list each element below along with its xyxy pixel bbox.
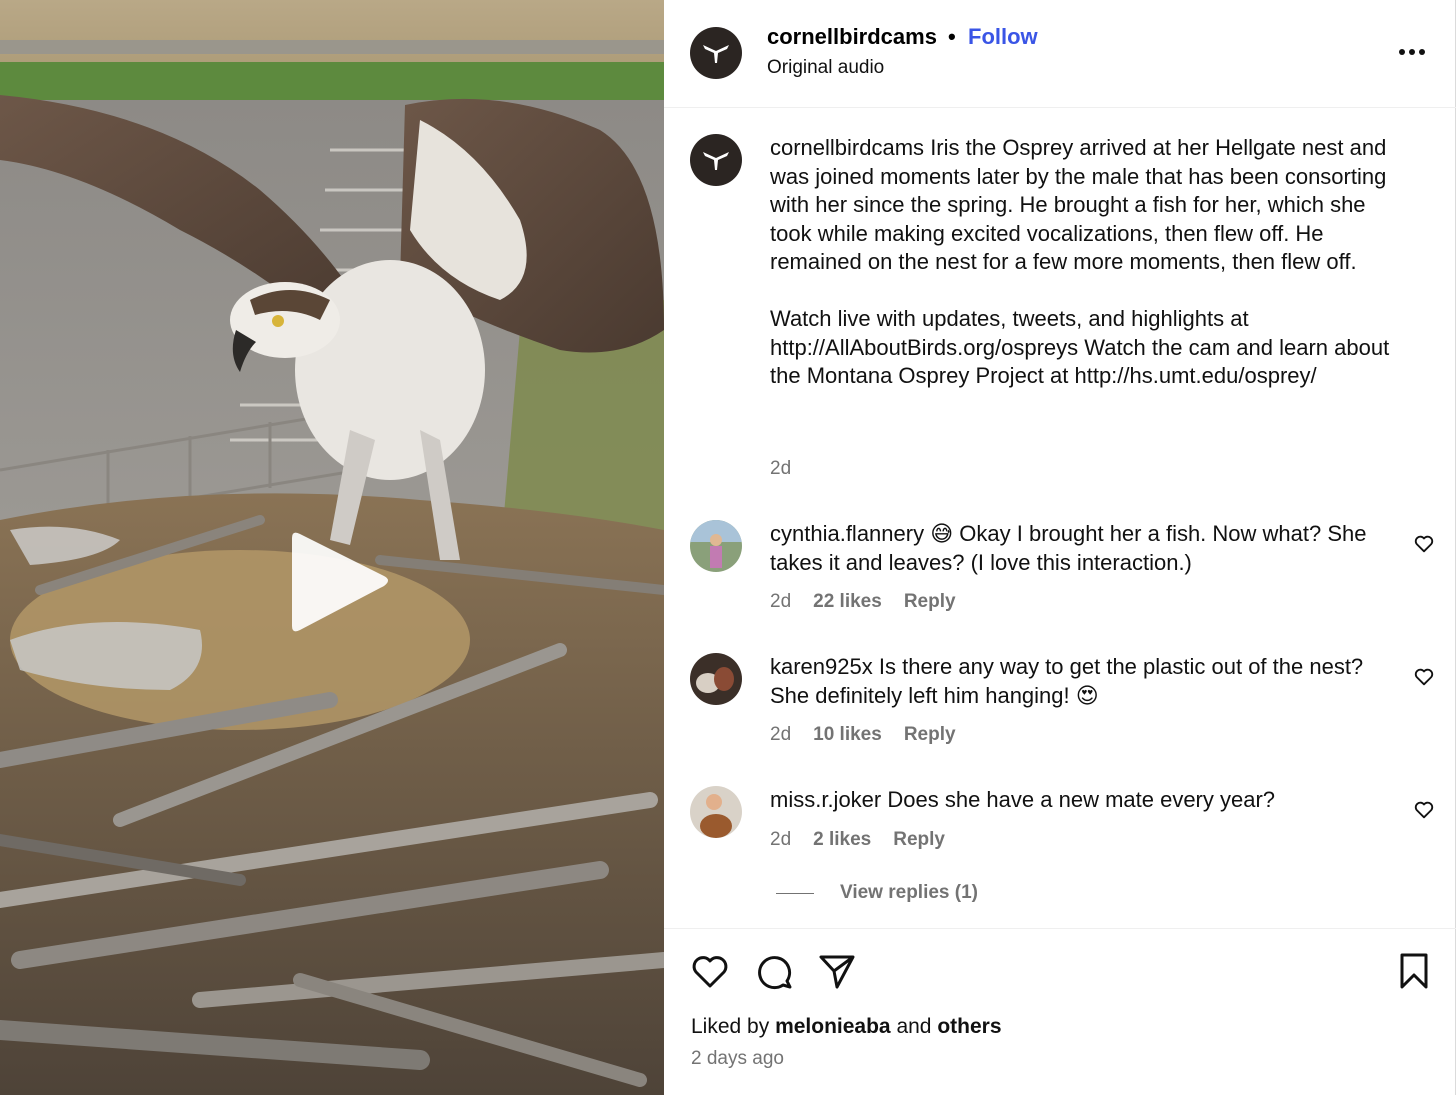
liked-others[interactable]: others <box>937 1015 1001 1038</box>
avatar <box>690 653 742 705</box>
comment-avatar-cynthia[interactable] <box>690 520 742 572</box>
share-button[interactable] <box>817 951 857 991</box>
comment-emoji: 😍 <box>1075 682 1099 708</box>
comment-button[interactable] <box>754 951 794 991</box>
instagram-post: cornellbirdcams • Follow Original audio … <box>0 0 1456 1095</box>
comment-like-button[interactable] <box>1413 666 1435 688</box>
cornell-bird-logo-icon <box>703 152 729 170</box>
caption-username[interactable]: cornellbirdcams <box>770 135 924 160</box>
post-caption: cornellbirdcams Iris the Osprey arrived … <box>770 134 1410 391</box>
heart-icon <box>1414 535 1434 553</box>
liked-user[interactable]: melonieaba <box>775 1015 891 1038</box>
comment-time[interactable]: 2d <box>770 724 791 746</box>
comment-username[interactable]: miss.r.joker <box>770 787 881 812</box>
comment-like-button[interactable] <box>1413 533 1435 555</box>
post-header: cornellbirdcams • Follow Original audio <box>664 0 1456 108</box>
view-replies-label: View replies (1) <box>840 882 978 903</box>
liked-prefix: Liked by <box>691 1015 770 1038</box>
comment-text: cynthia.flannery 😅 Okay I brought her a … <box>770 520 1390 577</box>
follow-button[interactable]: Follow <box>968 24 1038 50</box>
comment-likes[interactable]: 10 likes <box>813 724 882 746</box>
more-options-button[interactable] <box>1394 38 1434 62</box>
comment-emoji: 😅 <box>930 521 954 546</box>
liked-by: Liked by melonieaba and others <box>691 1015 1002 1039</box>
like-button[interactable] <box>690 951 730 991</box>
heart-icon <box>692 956 728 988</box>
liked-and: and <box>896 1015 932 1038</box>
comment-text: karen925x Is there any way to get the pl… <box>770 653 1390 710</box>
comment-like-button[interactable] <box>1413 799 1435 821</box>
caption-paragraph-2: Watch live with updates, tweets, and hig… <box>770 305 1390 389</box>
replies-divider <box>776 892 814 894</box>
caption-timestamp[interactable]: 2d <box>770 458 791 480</box>
post-timestamp[interactable]: 2 days ago <box>691 1048 784 1070</box>
more-horizontal-icon <box>1399 49 1425 55</box>
heart-icon <box>1414 801 1434 819</box>
comment-username[interactable]: cynthia.flannery <box>770 521 924 546</box>
comment-meta: 2d 22 likes Reply <box>770 591 978 613</box>
comment-time[interactable]: 2d <box>770 829 791 851</box>
audio-label[interactable]: Original audio <box>767 57 884 79</box>
author-avatar[interactable] <box>690 27 742 79</box>
avatar <box>690 786 742 838</box>
view-replies-button[interactable]: View replies (1) <box>776 882 978 904</box>
comment-likes[interactable]: 2 likes <box>813 829 871 851</box>
avatar <box>690 520 742 572</box>
post-details-panel: cornellbirdcams • Follow Original audio … <box>664 0 1456 1095</box>
author-username[interactable]: cornellbirdcams <box>767 24 937 50</box>
caption-author-avatar[interactable] <box>690 134 742 186</box>
comment-likes[interactable]: 22 likes <box>813 591 882 613</box>
comment-avatar-miss-r-joker[interactable] <box>690 786 742 838</box>
comment-time[interactable]: 2d <box>770 591 791 613</box>
reply-button[interactable]: Reply <box>893 829 945 851</box>
comment-username[interactable]: karen925x <box>770 654 873 679</box>
caption-paragraph-1: cornellbirdcams Iris the Osprey arrived … <box>770 134 1410 277</box>
comment-avatar-karen[interactable] <box>690 653 742 705</box>
reply-button[interactable]: Reply <box>904 591 956 613</box>
separator-dot: • <box>948 24 956 49</box>
play-icon <box>292 532 388 632</box>
comment-icon <box>758 956 792 990</box>
comment-meta: 2d 2 likes Reply <box>770 829 967 851</box>
comment-text: miss.r.joker Does she have a new mate ev… <box>770 786 1390 815</box>
video-player[interactable] <box>0 0 664 1095</box>
post-actions: Liked by melonieaba and others 2 days ag… <box>664 928 1456 1095</box>
bookmark-icon <box>1400 953 1428 989</box>
play-button[interactable] <box>286 528 396 638</box>
reply-button[interactable]: Reply <box>904 724 956 746</box>
save-button[interactable] <box>1394 951 1434 991</box>
share-icon <box>819 955 855 989</box>
comment-body: Does she have a new mate every year? <box>887 787 1276 812</box>
cornell-bird-logo-icon <box>703 45 729 63</box>
comment-meta: 2d 10 likes Reply <box>770 724 978 746</box>
heart-icon <box>1414 668 1434 686</box>
